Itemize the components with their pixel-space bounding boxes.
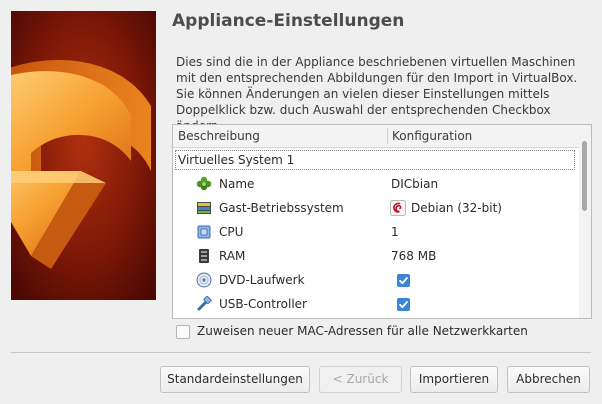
guest-os-icon: [196, 200, 212, 216]
table-scrollbar[interactable]: [579, 125, 591, 318]
checkmark-icon: [399, 277, 408, 285]
page-title: Appliance-Einstellungen: [172, 11, 405, 31]
import-button[interactable]: Importieren: [410, 366, 498, 393]
column-divider: [387, 128, 388, 144]
virtual-system-group-row[interactable]: Virtuelles System 1: [175, 150, 575, 170]
row-label: Gast-Betriebssystem: [219, 201, 344, 215]
page-description: Dies sind die in der Appliance beschrieb…: [176, 55, 578, 133]
name-icon: [196, 176, 212, 192]
scrollbar-thumb[interactable]: [582, 141, 587, 211]
table-row-usb[interactable]: USB-Controller: [173, 292, 579, 316]
ram-icon: [196, 248, 212, 264]
virtual-system-label: Virtuelles System 1: [178, 153, 295, 167]
row-label: USB-Controller: [219, 297, 307, 311]
appliance-settings-table[interactable]: Beschreibung Konfiguration Virtuelles Sy…: [172, 124, 592, 319]
back-button[interactable]: < Zurück: [319, 366, 402, 393]
restore-defaults-button[interactable]: Standardeinstellungen: [160, 366, 310, 393]
row-value[interactable]: Debian (32-bit): [411, 201, 502, 215]
row-label: Name: [219, 177, 255, 191]
mac-address-label[interactable]: Zuweisen neuer MAC-Adressen für alle Net…: [197, 324, 528, 338]
cpu-icon: [196, 224, 212, 240]
row-label: RAM: [219, 249, 246, 263]
dvd-checkbox[interactable]: [397, 274, 410, 287]
import-arrow-icon: [11, 11, 156, 300]
column-header-description[interactable]: Beschreibung: [178, 129, 260, 143]
cancel-button[interactable]: Abbrechen: [507, 366, 590, 393]
dvd-icon: [196, 272, 212, 288]
table-row-dvd[interactable]: DVD-Laufwerk: [173, 268, 579, 292]
mac-address-checkbox[interactable]: [176, 325, 190, 339]
row-label: DVD-Laufwerk: [219, 273, 305, 287]
row-label: CPU: [219, 225, 244, 239]
checkmark-icon: [399, 301, 408, 309]
debian-icon: [390, 200, 406, 216]
table-row-cpu[interactable]: CPU 1: [173, 220, 579, 244]
table-header: Beschreibung Konfiguration: [173, 125, 579, 148]
row-value[interactable]: DICbian: [391, 177, 438, 191]
wizard-banner-image: [11, 11, 156, 300]
table-row-guest-os[interactable]: Gast-Betriebssystem Debian (32-bit): [173, 196, 579, 220]
column-header-configuration[interactable]: Konfiguration: [392, 129, 472, 143]
usb-icon: [196, 296, 212, 312]
row-value[interactable]: 768 MB: [391, 249, 436, 263]
usb-checkbox[interactable]: [397, 298, 410, 311]
row-value[interactable]: 1: [391, 225, 399, 239]
table-row-name[interactable]: Name DICbian: [173, 172, 579, 196]
button-separator: [11, 352, 591, 353]
table-row-ram[interactable]: RAM 768 MB: [173, 244, 579, 268]
